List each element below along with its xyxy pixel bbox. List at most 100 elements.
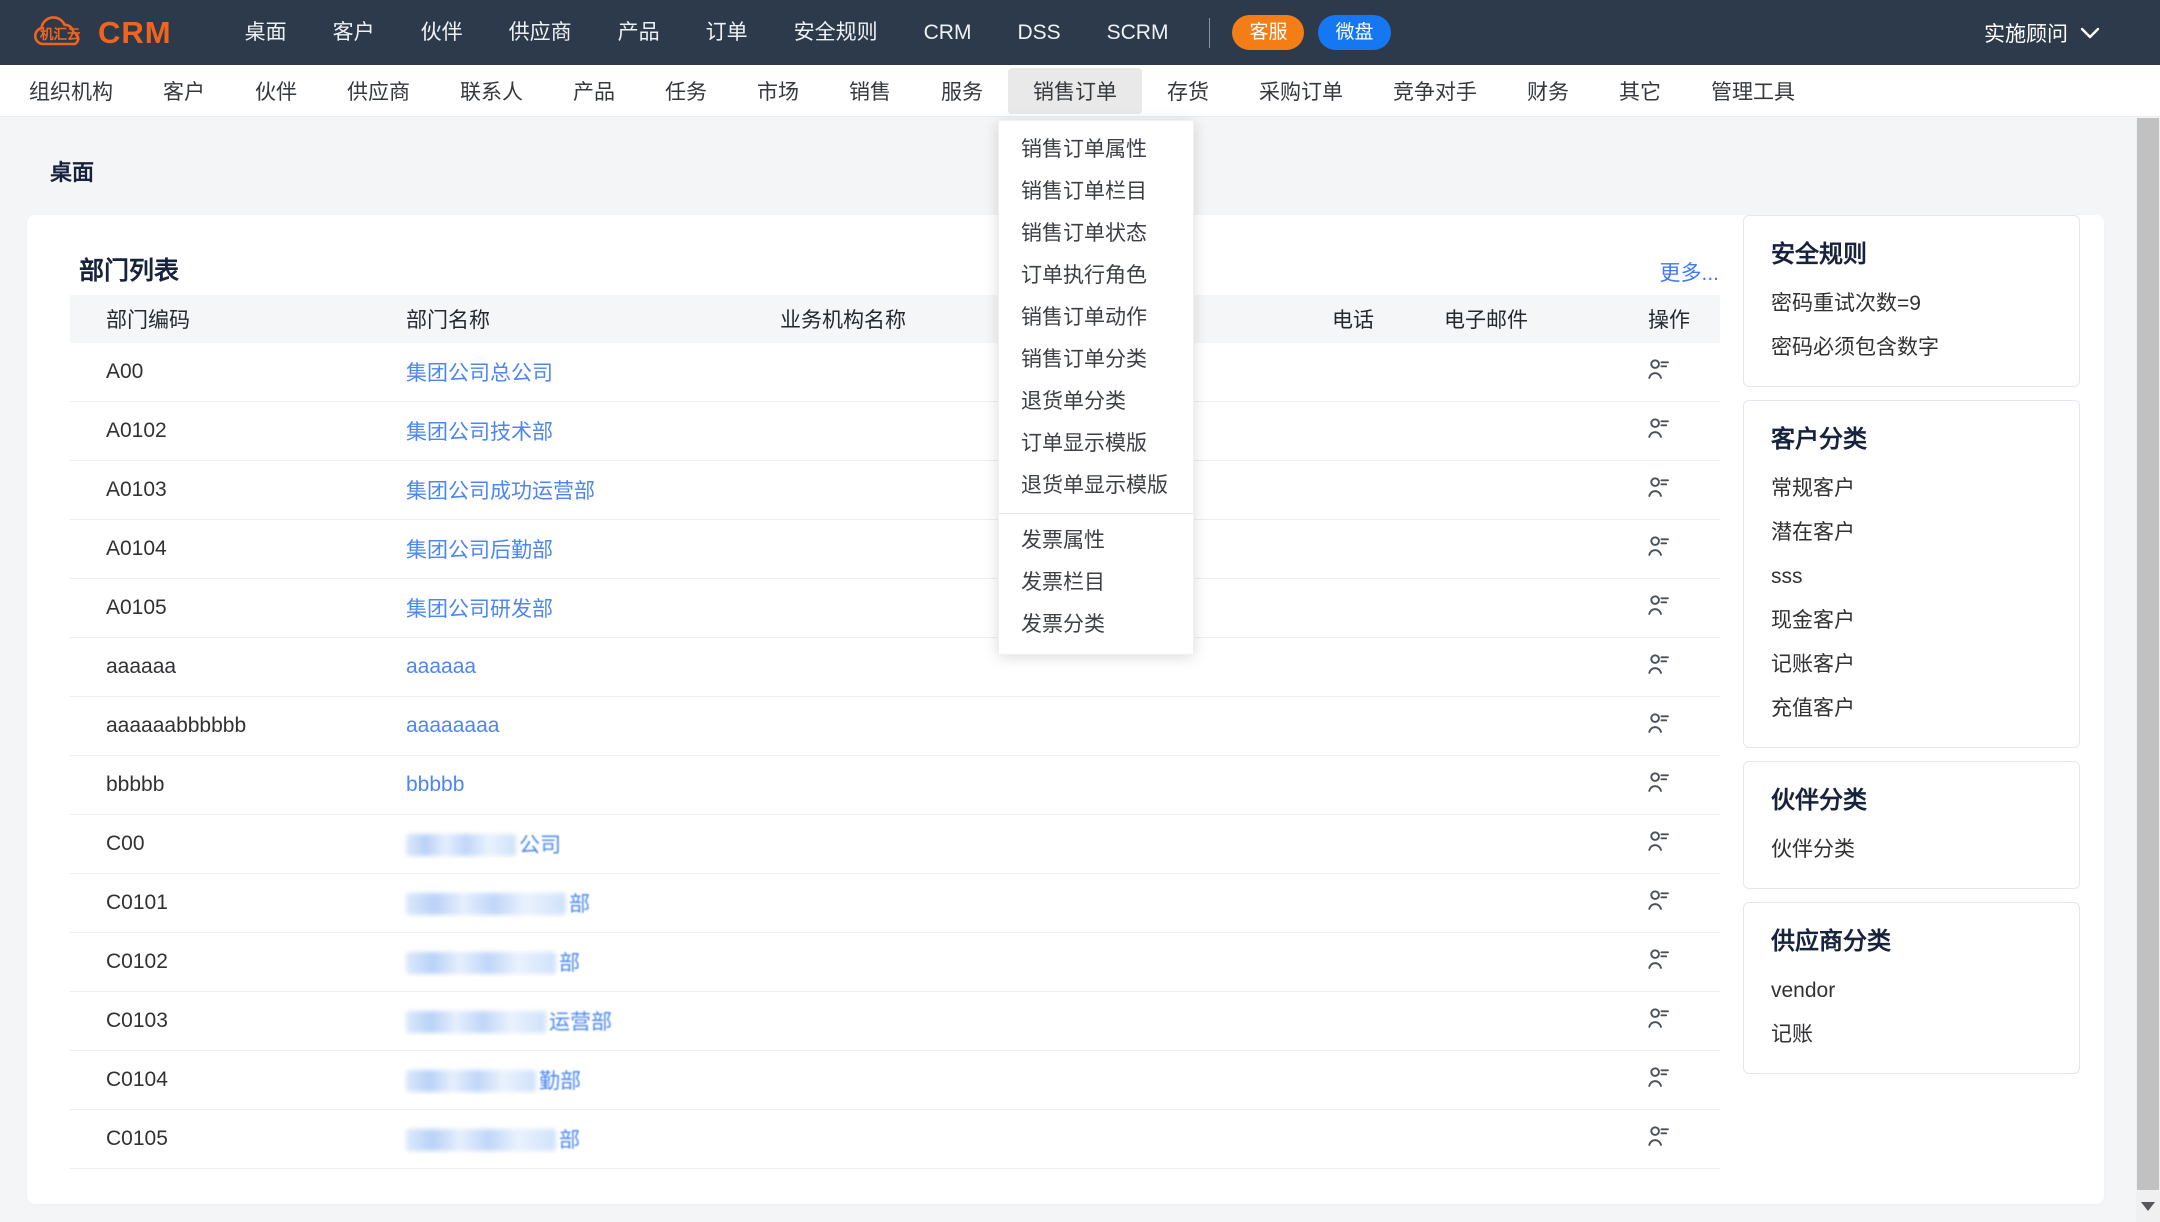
dept-name-link[interactable]: 集团公司后勤部 — [406, 539, 553, 562]
topnav-item[interactable]: DSS — [994, 0, 1083, 65]
topbar-divider — [1209, 18, 1210, 48]
table-row: C0105部 — [70, 1110, 1720, 1169]
panel-item[interactable]: 密码重试次数=9 — [1771, 290, 2055, 318]
dept-name-link[interactable]: 部 — [559, 952, 580, 975]
user-detail-icon[interactable] — [1645, 533, 1672, 560]
app-logo[interactable]: 机汇云 CRM — [30, 11, 172, 55]
logo-cloud-text: 机汇云 — [40, 26, 81, 42]
topnav-item[interactable]: 订单 — [683, 0, 771, 65]
topnav-item[interactable]: CRM — [901, 0, 995, 65]
panel-item[interactable]: vendor — [1771, 977, 2055, 1005]
module-tab[interactable]: 供应商 — [322, 68, 435, 114]
cell-actions — [1612, 1064, 1720, 1097]
dept-name-link[interactable]: aaaaaa — [406, 655, 476, 678]
pill-button[interactable]: 微盘 — [1318, 15, 1390, 50]
panel-item[interactable]: 现金客户 — [1771, 607, 2055, 635]
cell-dept-name: 部 — [370, 947, 744, 977]
user-detail-icon[interactable] — [1645, 710, 1672, 737]
dropdown-menu-item[interactable]: 发票栏目 — [999, 562, 1193, 604]
user-detail-icon[interactable] — [1645, 651, 1672, 678]
panel-item[interactable]: 密码必须包含数字 — [1771, 334, 2055, 362]
topnav-item[interactable]: 客户 — [310, 0, 398, 65]
panel-item[interactable]: 记账客户 — [1771, 651, 2055, 679]
topnav-item[interactable]: 安全规则 — [771, 0, 901, 65]
dropdown-menu-item[interactable]: 销售订单动作 — [999, 297, 1193, 339]
dropdown-menu-item[interactable]: 发票属性 — [999, 520, 1193, 562]
table-row: A0105集团公司研发部 — [70, 579, 1720, 638]
user-detail-icon[interactable] — [1645, 1005, 1672, 1032]
cell-dept-name: 勤部 — [370, 1065, 744, 1095]
dept-name-link[interactable]: 公司 — [519, 834, 561, 857]
down-triangle-icon — [2141, 1202, 2155, 1211]
panel-item[interactable]: 伙伴分类 — [1771, 836, 2055, 864]
module-tab[interactable]: 产品 — [548, 68, 640, 114]
dept-name-link[interactable]: 部 — [569, 893, 590, 916]
scrollbar-down-button[interactable] — [2136, 1198, 2160, 1214]
scrollbar-thumb[interactable] — [2137, 118, 2159, 1190]
module-tab[interactable]: 销售 — [824, 68, 916, 114]
user-detail-icon[interactable] — [1645, 356, 1672, 383]
right-sidebar: 安全规则密码重试次数=9密码必须包含数字客户分类常规客户潜在客户sss现金客户记… — [1743, 215, 2080, 1074]
module-tab[interactable]: 组织机构 — [4, 68, 138, 114]
topnav-item[interactable]: SCRM — [1084, 0, 1192, 65]
dropdown-menu-item[interactable]: 销售订单栏目 — [999, 171, 1193, 213]
user-detail-icon[interactable] — [1645, 769, 1672, 796]
module-tab[interactable]: 竞争对手 — [1368, 68, 1502, 114]
module-tab[interactable]: 市场 — [732, 68, 824, 114]
user-detail-icon[interactable] — [1645, 1064, 1672, 1091]
module-tab[interactable]: 财务 — [1502, 68, 1594, 114]
module-tab[interactable]: 服务 — [916, 68, 1008, 114]
dept-name-link[interactable]: 勤部 — [539, 1070, 581, 1093]
cell-dept-name: 集团公司总公司 — [370, 357, 744, 387]
panel-item[interactable]: 充值客户 — [1771, 695, 2055, 723]
dept-name-link[interactable]: aaaaaaaa — [406, 714, 499, 737]
user-detail-icon[interactable] — [1645, 415, 1672, 442]
dropdown-menu-item[interactable]: 销售订单属性 — [999, 129, 1193, 171]
topnav-item[interactable]: 供应商 — [486, 0, 595, 65]
panel-item[interactable]: 常规客户 — [1771, 475, 2055, 503]
module-tab[interactable]: 采购订单 — [1234, 68, 1368, 114]
dept-name-link[interactable]: 集团公司成功运营部 — [406, 480, 595, 503]
dropdown-menu-item[interactable]: 退货单显示模版 — [999, 465, 1193, 507]
dropdown-menu-item[interactable]: 订单执行角色 — [999, 255, 1193, 297]
dept-name-link[interactable]: 部 — [559, 1129, 580, 1152]
user-detail-icon[interactable] — [1645, 887, 1672, 914]
dept-name-link[interactable]: 集团公司总公司 — [406, 362, 553, 385]
user-menu[interactable]: 实施顾问 — [1984, 18, 2100, 48]
dropdown-menu-item[interactable]: 退货单分类 — [999, 381, 1193, 423]
redacted-name-block — [406, 834, 516, 856]
module-tab[interactable]: 销售订单 — [1008, 68, 1142, 114]
panel-item[interactable]: 记账 — [1771, 1021, 2055, 1049]
vertical-scrollbar[interactable] — [2136, 118, 2160, 1222]
dept-name-link[interactable]: 运营部 — [549, 1011, 612, 1034]
module-tab[interactable]: 任务 — [640, 68, 732, 114]
more-link[interactable]: 更多... — [1659, 257, 1719, 287]
module-tab[interactable]: 联系人 — [435, 68, 548, 114]
topnav-item[interactable]: 桌面 — [222, 0, 310, 65]
module-tab[interactable]: 其它 — [1594, 68, 1686, 114]
dropdown-menu-item[interactable]: 销售订单状态 — [999, 213, 1193, 255]
topnav-item[interactable]: 产品 — [595, 0, 683, 65]
user-detail-icon[interactable] — [1645, 1123, 1672, 1150]
pill-button[interactable]: 客服 — [1232, 15, 1304, 50]
dropdown-menu-item[interactable]: 销售订单分类 — [999, 339, 1193, 381]
module-tab[interactable]: 管理工具 — [1686, 68, 1820, 114]
top-bar: 机汇云 CRM 桌面客户伙伴供应商产品订单安全规则CRMDSSSCRM 客服微盘… — [0, 0, 2160, 65]
panel-item[interactable]: sss — [1771, 563, 2055, 591]
user-detail-icon[interactable] — [1645, 474, 1672, 501]
dept-name-link[interactable]: 集团公司技术部 — [406, 421, 553, 444]
panel-item[interactable]: 潜在客户 — [1771, 519, 2055, 547]
dropdown-menu-item[interactable]: 订单显示模版 — [999, 423, 1193, 465]
user-detail-icon[interactable] — [1645, 828, 1672, 855]
dropdown-menu-item[interactable]: 发票分类 — [999, 604, 1193, 646]
user-detail-icon[interactable] — [1645, 946, 1672, 973]
dept-name-link[interactable]: bbbbb — [406, 773, 464, 796]
user-detail-icon[interactable] — [1645, 592, 1672, 619]
cell-dept-code: C00 — [70, 832, 370, 856]
module-tab[interactable]: 伙伴 — [230, 68, 322, 114]
panel-title: 客户分类 — [1771, 423, 2055, 457]
topnav-item[interactable]: 伙伴 — [398, 0, 486, 65]
module-tab[interactable]: 存货 — [1142, 68, 1234, 114]
module-tab[interactable]: 客户 — [138, 68, 230, 114]
dept-name-link[interactable]: 集团公司研发部 — [406, 598, 553, 621]
